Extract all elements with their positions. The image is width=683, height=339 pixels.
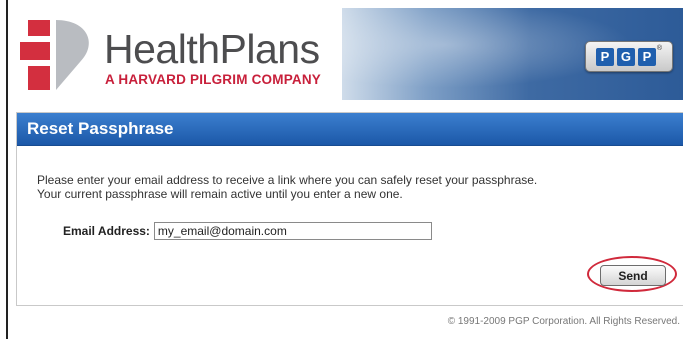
email-field[interactable] <box>153 222 432 240</box>
header: HealthPlans A HARVARD PILGRIM COMPANY P … <box>8 8 683 100</box>
instruction-line-2: Your current passphrase will remain acti… <box>37 187 403 201</box>
header-banner: P G P ® <box>342 8 683 100</box>
reset-passphrase-panel: Reset Passphrase Please enter your email… <box>16 112 683 306</box>
logo-title: HealthPlans <box>104 26 320 72</box>
panel-title: Reset Passphrase <box>17 113 683 146</box>
pgp-logo: P G P ® <box>585 41 673 72</box>
send-highlight-circle: Send <box>587 256 677 292</box>
email-field-row: Email Address: <box>63 222 432 240</box>
pgp-letter-p2: P <box>637 47 656 66</box>
copyright-text: © 1991-2009 PGP Corporation. All Rights … <box>447 316 680 327</box>
pgp-letter-g: G <box>616 47 635 66</box>
send-button[interactable]: Send <box>600 265 666 286</box>
registered-mark: ® <box>656 45 663 52</box>
email-label: Email Address: <box>63 224 150 238</box>
instruction-line-1: Please enter your email address to recei… <box>37 173 538 187</box>
healthplans-logo-mark-icon <box>20 20 89 90</box>
logo-area: HealthPlans A HARVARD PILGRIM COMPANY <box>8 8 342 100</box>
instructions: Please enter your email address to recei… <box>37 173 537 201</box>
pgp-letter-p: P <box>595 47 614 66</box>
logo-tagline: A HARVARD PILGRIM COMPANY <box>105 72 322 87</box>
